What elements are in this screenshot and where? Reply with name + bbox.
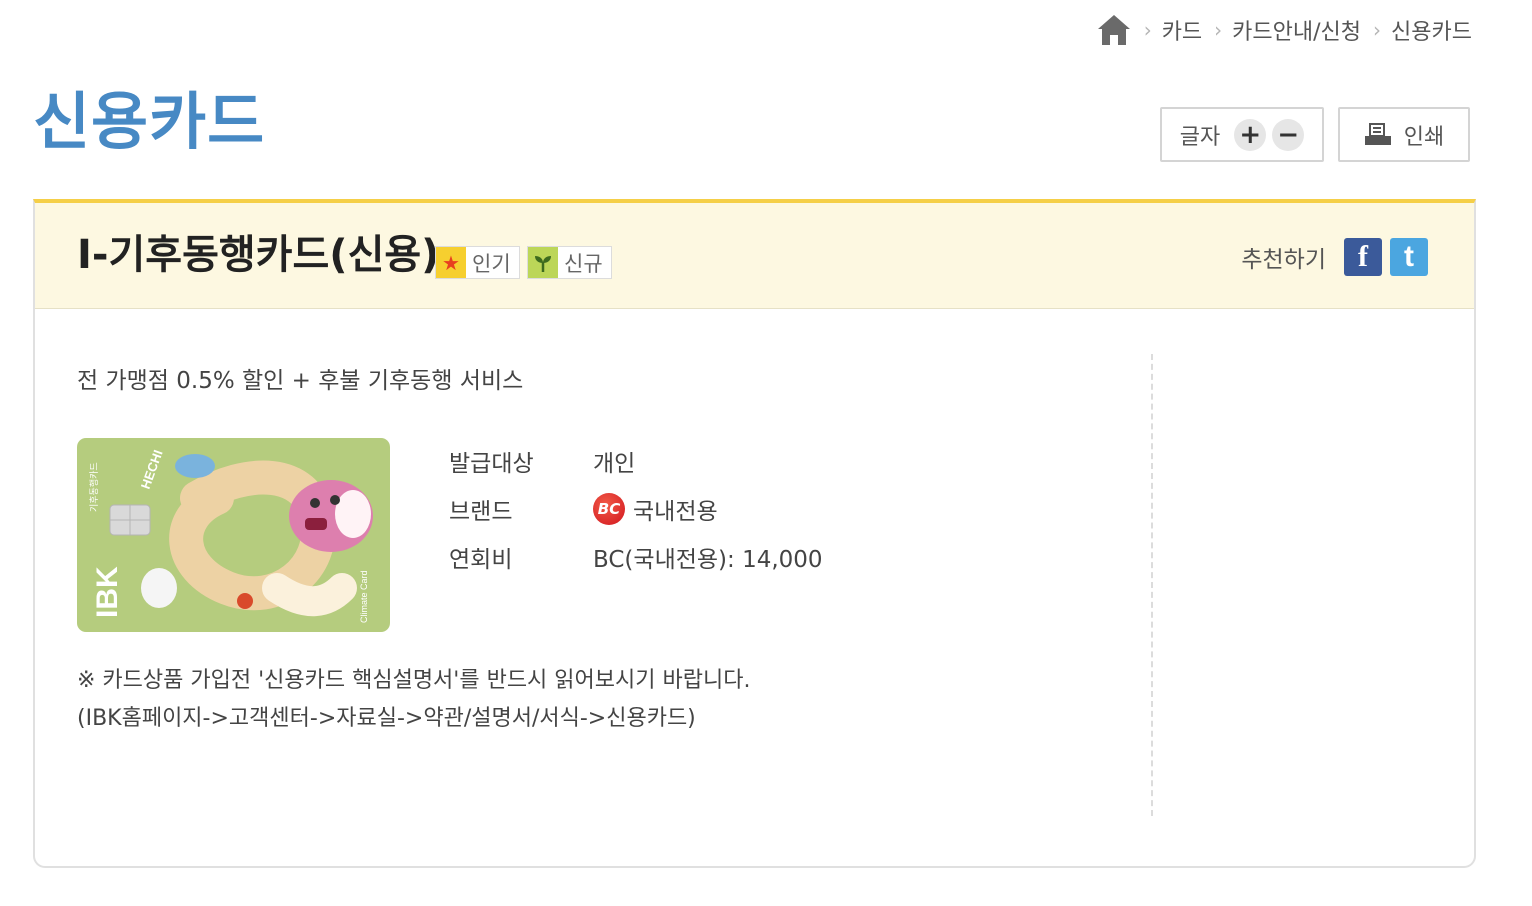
print-label: 인쇄 <box>1403 124 1445 150</box>
badge-popular: ★ 인기 <box>435 246 520 279</box>
info-row-brand: 브랜드 BC 국내전용 <box>449 485 823 533</box>
breadcrumb-item-card-guide[interactable]: 카드안내/신청 <box>1232 14 1361 46</box>
notice-line: ※ 카드상품 가입전 '신용카드 핵심설명서'를 반드시 읽어보시기 바랍니다. <box>77 668 751 693</box>
badge-new: 신규 <box>527 246 612 279</box>
facebook-icon[interactable]: f <box>1344 238 1382 276</box>
breadcrumb-item-credit-card[interactable]: 신용카드 <box>1391 14 1472 46</box>
font-size-control: 글자 + − <box>1160 107 1324 162</box>
font-decrease-button[interactable]: − <box>1272 118 1305 151</box>
chevron-right-icon: › <box>1214 18 1223 42</box>
info-row-annual-fee: 연회비 BC(국내전용): 14,000 <box>449 533 823 581</box>
breadcrumb: › 카드 › 카드안내/신청 › 신용카드 <box>1096 12 1472 48</box>
brand-value: 국내전용 <box>633 499 718 525</box>
product-header: I-기후동행카드(신용) ★ 인기 신규 추천하기 f t <box>35 203 1474 309</box>
info-row-target: 발급대상 개인 <box>449 437 823 485</box>
card-info-table: 발급대상 개인 브랜드 BC 국내전용 연회비 BC(국내전용): 14,000 <box>449 437 823 581</box>
info-value: 개인 <box>593 451 636 477</box>
sprout-icon <box>528 247 558 278</box>
breadcrumb-item-card[interactable]: 카드 <box>1162 14 1202 46</box>
card-caption-text: Climate Card <box>359 570 369 623</box>
info-value: BC 국내전용 <box>593 492 718 526</box>
badge-label: 신규 <box>564 251 603 276</box>
recommend-label: 추천하기 <box>1241 247 1326 273</box>
notice-text: ※ 카드상품 가입전 '신용카드 핵심설명서'를 반드시 읽어보시기 바랍니다.… <box>77 662 750 738</box>
card-image: IBK 기후동행카드 HECHI Climate Card <box>77 438 390 632</box>
info-value: BC(국내전용): 14,000 <box>593 547 823 573</box>
font-size-label: 글자 <box>1179 124 1221 150</box>
star-icon: ★ <box>436 247 466 278</box>
card-name-text: 기후동행카드 <box>88 462 100 512</box>
twitter-icon[interactable]: t <box>1390 238 1428 276</box>
card-bank-logo: IBK <box>91 566 124 618</box>
home-icon[interactable] <box>1096 13 1132 47</box>
info-label: 발급대상 <box>449 451 534 477</box>
bc-card-logo-icon: BC <box>593 493 625 525</box>
page-title: 신용카드 <box>33 85 266 158</box>
info-label: 브랜드 <box>449 499 513 525</box>
recommend-share: 추천하기 f t <box>1241 238 1428 276</box>
info-label: 연회비 <box>449 547 513 573</box>
product-name: I-기후동행카드(신용) <box>77 232 440 278</box>
vertical-divider <box>1151 354 1153 816</box>
print-button[interactable]: 인쇄 <box>1338 107 1470 162</box>
product-panel: I-기후동행카드(신용) ★ 인기 신규 추천하기 f t 전 가맹점 0.5%… <box>33 199 1476 868</box>
chevron-right-icon: › <box>1373 18 1382 42</box>
product-summary: 전 가맹점 0.5% 할인 + 후불 기후동행 서비스 <box>77 368 524 394</box>
product-body: 전 가맹점 0.5% 할인 + 후불 기후동행 서비스 IBK 기후동행카드 H… <box>35 309 1474 866</box>
font-increase-button[interactable]: + <box>1234 118 1267 151</box>
notice-line: (IBK홈페이지->고객센터->자료실->약관/설명서/서식->신용카드) <box>77 706 696 731</box>
chevron-right-icon: › <box>1143 18 1152 42</box>
badge-label: 인기 <box>472 251 511 276</box>
printer-icon <box>1364 122 1391 145</box>
